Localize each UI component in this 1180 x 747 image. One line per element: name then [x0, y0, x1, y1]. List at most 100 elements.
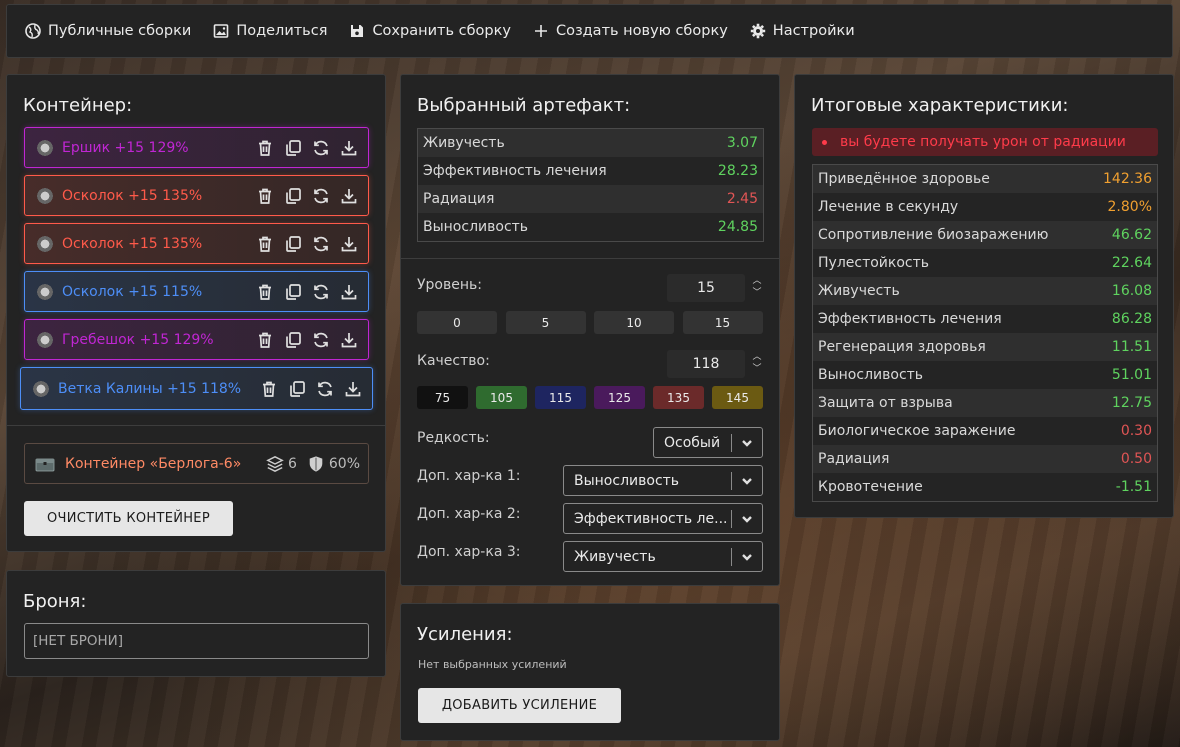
stat-value: 0.50: [1120, 451, 1152, 467]
container-protection: 60%: [307, 455, 360, 473]
stat-value: 3.07: [726, 135, 758, 151]
download-icon[interactable]: [340, 187, 358, 205]
chevron-down-icon: [732, 551, 762, 563]
rarity-value: Особый: [664, 434, 721, 451]
chevron-down-icon[interactable]: ﹀: [751, 287, 763, 299]
armor-field[interactable]: [НЕТ БРОНИ]: [24, 623, 369, 659]
quality-preset-button[interactable]: 135: [653, 386, 704, 409]
level-input[interactable]: 15: [667, 274, 745, 302]
refresh-icon[interactable]: [312, 235, 330, 253]
artifact-row[interactable]: Гребешок +15 129%: [24, 319, 369, 360]
stat-value: 142.36: [1103, 171, 1152, 187]
artifact-row[interactable]: Осколок +15 115%: [24, 271, 369, 312]
chevron-up-icon[interactable]: ︿: [751, 275, 763, 287]
trash-icon[interactable]: [256, 139, 274, 157]
download-icon[interactable]: [340, 331, 358, 349]
shard-artifact-icon: [35, 233, 55, 254]
refresh-icon[interactable]: [312, 283, 330, 301]
trash-icon[interactable]: [256, 283, 274, 301]
download-icon[interactable]: [340, 235, 358, 253]
stat-row: Кровотечение -1.51: [813, 473, 1157, 501]
download-icon[interactable]: [344, 380, 362, 398]
trash-icon[interactable]: [260, 380, 278, 398]
stat-value: 12.75: [1111, 395, 1152, 411]
branch-artifact-icon: [31, 378, 51, 399]
copy-icon[interactable]: [284, 283, 302, 301]
shard-artifact-icon: [35, 281, 55, 302]
extra2-select[interactable]: Эффективность ле...: [563, 503, 763, 534]
public-builds-button[interactable]: Публичные сборки: [25, 23, 191, 39]
armor-panel: Броня: [НЕТ БРОНИ]: [6, 570, 386, 677]
download-icon[interactable]: [340, 283, 358, 301]
totals-title: Итоговые характеристики:: [811, 95, 1069, 116]
extra3-label: Доп. хар-ка 3:: [417, 544, 521, 560]
stat-name: Радиация: [423, 191, 495, 207]
extra2-value: Эффективность ле...: [574, 510, 728, 527]
download-icon[interactable]: [340, 139, 358, 157]
stat-name: Регенерация здоровья: [818, 339, 986, 355]
totals-panel: Итоговые характеристики: вы будете получ…: [794, 74, 1174, 518]
stat-row: Эффективность лечения 86.28: [813, 305, 1157, 333]
copy-icon[interactable]: [284, 331, 302, 349]
settings-button[interactable]: Настройки: [750, 23, 855, 39]
artifact-row[interactable]: Осколок +15 135%: [24, 175, 369, 216]
level-preset-button[interactable]: 0: [417, 311, 497, 334]
level-preset-button[interactable]: 15: [682, 311, 763, 334]
artifact-row[interactable]: Осколок +15 135%: [24, 223, 369, 264]
quality-preset-button[interactable]: 145: [712, 386, 763, 409]
stat-name: Радиация: [818, 451, 890, 467]
level-preset-button[interactable]: 10: [594, 311, 674, 334]
quality-stepper[interactable]: ︿ ﹀: [751, 351, 763, 375]
stat-value: 28.23: [717, 163, 758, 179]
add-boost-button[interactable]: ДОБАВИТЬ УСИЛЕНИЕ: [418, 688, 621, 723]
stat-row: Живучесть 16.08: [813, 277, 1157, 305]
extra3-select[interactable]: Живучесть: [563, 541, 763, 572]
globe-icon: [25, 23, 41, 39]
copy-icon[interactable]: [284, 235, 302, 253]
container-item[interactable]: Контейнер «Берлога-6» 6 60%: [24, 443, 369, 484]
stat-name: Выносливость: [423, 219, 529, 235]
quality-preset-button[interactable]: 75: [417, 386, 468, 409]
copy-icon[interactable]: [284, 139, 302, 157]
new-build-button[interactable]: Создать новую сборку: [533, 23, 728, 39]
save-icon: [351, 25, 364, 37]
chevron-up-icon[interactable]: ︿: [751, 351, 763, 363]
stat-row: Пулестойкость 22.64: [813, 249, 1157, 277]
share-button[interactable]: Поделиться: [213, 23, 327, 39]
extra1-select[interactable]: Выносливость: [563, 465, 763, 496]
rarity-select[interactable]: Особый: [653, 427, 763, 458]
quality-preset-button[interactable]: 115: [535, 386, 586, 409]
copy-icon[interactable]: [284, 187, 302, 205]
radiation-warning-text: вы будете получать урон от радиации: [840, 134, 1126, 150]
artifact-actions: [260, 380, 372, 398]
artifact-name: Осколок +15 135%: [62, 235, 203, 252]
star-artifact-icon: [35, 137, 55, 158]
stat-name: Приведённое здоровье: [818, 171, 990, 187]
chevron-down-icon[interactable]: ﹀: [751, 363, 763, 375]
refresh-icon[interactable]: [312, 331, 330, 349]
save-build-button[interactable]: Сохранить сборку: [349, 23, 511, 39]
stat-value: 86.28: [1111, 311, 1152, 327]
plus-icon: [534, 25, 547, 37]
level-stepper[interactable]: ︿ ﹀: [751, 275, 763, 299]
level-preset-button[interactable]: 5: [505, 311, 586, 334]
totals-stats-table: Приведённое здоровье 142.36 Лечение в секу…: [812, 164, 1158, 502]
refresh-icon[interactable]: [312, 139, 330, 157]
quality-preset-button[interactable]: 125: [594, 386, 645, 409]
share-label: Поделиться: [236, 23, 328, 39]
quality-input[interactable]: 118: [667, 350, 745, 378]
artifact-row[interactable]: Ершик +15 129%: [24, 127, 369, 168]
trash-icon[interactable]: [256, 331, 274, 349]
stat-name: Живучесть: [423, 135, 505, 151]
armor-title: Броня:: [23, 591, 87, 612]
trash-icon[interactable]: [256, 187, 274, 205]
clear-container-button[interactable]: ОЧИСТИТЬ КОНТЕЙНЕР: [24, 501, 233, 536]
artifact-row[interactable]: Ветка Калины +15 118%: [20, 367, 373, 410]
stat-name: Биологическое заражение: [818, 423, 1016, 439]
copy-icon[interactable]: [288, 380, 306, 398]
refresh-icon[interactable]: [316, 380, 334, 398]
refresh-icon[interactable]: [312, 187, 330, 205]
quality-preset-button[interactable]: 105: [476, 386, 527, 409]
trash-icon[interactable]: [256, 235, 274, 253]
artifact-actions: [256, 235, 368, 253]
